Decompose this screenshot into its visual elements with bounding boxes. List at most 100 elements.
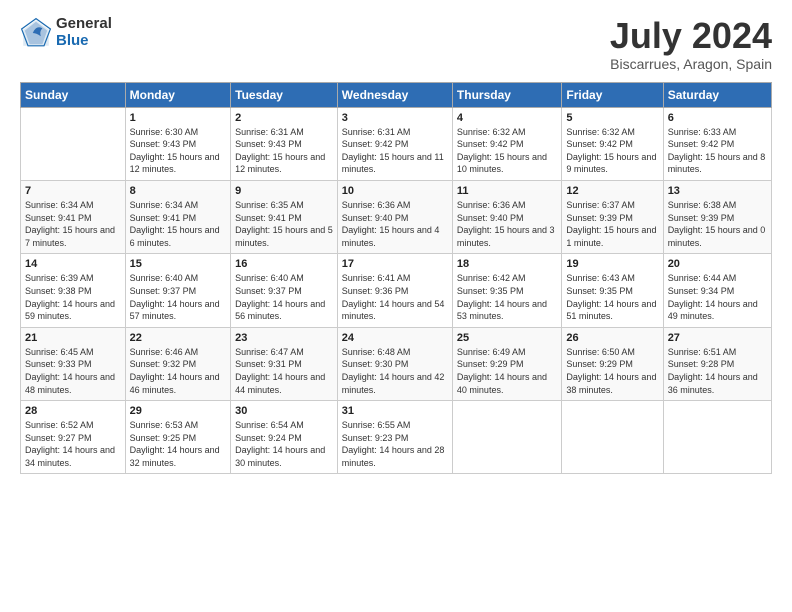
day-number: 9 <box>235 185 333 197</box>
day-number: 28 <box>25 405 121 417</box>
table-cell: 12 Sunrise: 6:37 AM Sunset: 9:39 PM Dayli… <box>562 180 663 253</box>
table-cell: 9 Sunrise: 6:35 AM Sunset: 9:41 PM Daylig… <box>231 180 338 253</box>
day-number: 3 <box>342 112 448 124</box>
table-cell: 13 Sunrise: 6:38 AM Sunset: 9:39 PM Dayli… <box>663 180 771 253</box>
table-cell <box>452 401 561 474</box>
table-cell: 18 Sunrise: 6:42 AM Sunset: 9:35 PM Dayli… <box>452 254 561 327</box>
day-number: 20 <box>668 258 767 270</box>
table-cell: 2 Sunrise: 6:31 AM Sunset: 9:43 PM Daylig… <box>231 107 338 180</box>
day-info: Sunrise: 6:38 AM Sunset: 9:39 PM Dayligh… <box>668 199 767 249</box>
table-cell: 8 Sunrise: 6:34 AM Sunset: 9:41 PM Daylig… <box>125 180 231 253</box>
table-cell: 31 Sunrise: 6:55 AM Sunset: 9:23 PM Dayli… <box>337 401 452 474</box>
table-cell: 25 Sunrise: 6:49 AM Sunset: 9:29 PM Dayli… <box>452 327 561 400</box>
day-number: 30 <box>235 405 333 417</box>
logo: General Blue <box>20 16 112 49</box>
calendar-header-row: Sunday Monday Tuesday Wednesday Thursday… <box>21 82 772 107</box>
day-info: Sunrise: 6:35 AM Sunset: 9:41 PM Dayligh… <box>235 199 333 249</box>
subtitle: Biscarrues, Aragon, Spain <box>610 56 772 72</box>
day-info: Sunrise: 6:39 AM Sunset: 9:38 PM Dayligh… <box>25 272 121 322</box>
table-cell: 20Sunrise: 6:44 AM Sunset: 9:34 PM Dayli… <box>663 254 771 327</box>
day-number: 12 <box>566 185 658 197</box>
day-info: Sunrise: 6:31 AM Sunset: 9:43 PM Dayligh… <box>235 126 333 176</box>
day-number: 31 <box>342 405 448 417</box>
col-saturday: Saturday <box>663 82 771 107</box>
day-number: 8 <box>130 185 227 197</box>
col-friday: Friday <box>562 82 663 107</box>
day-info: Sunrise: 6:43 AM Sunset: 9:35 PM Dayligh… <box>566 272 658 322</box>
calendar-table: Sunday Monday Tuesday Wednesday Thursday… <box>20 82 772 475</box>
day-info: Sunrise: 6:33 AM Sunset: 9:42 PM Dayligh… <box>668 126 767 176</box>
day-number: 26 <box>566 332 658 344</box>
day-number: 29 <box>130 405 227 417</box>
day-number: 10 <box>342 185 448 197</box>
calendar-week-row: 28 Sunrise: 6:52 AM Sunset: 9:27 PM Dayli… <box>21 401 772 474</box>
col-tuesday: Tuesday <box>231 82 338 107</box>
day-number: 2 <box>235 112 333 124</box>
day-number: 22 <box>130 332 227 344</box>
table-cell: 3 Sunrise: 6:31 AM Sunset: 9:42 PM Daylig… <box>337 107 452 180</box>
logo-icon <box>20 17 52 49</box>
col-wednesday: Wednesday <box>337 82 452 107</box>
day-info: Sunrise: 6:32 AM Sunset: 9:42 PM Dayligh… <box>566 126 658 176</box>
day-number: 16 <box>235 258 333 270</box>
day-number: 21 <box>25 332 121 344</box>
day-number: 25 <box>457 332 557 344</box>
day-number: 23 <box>235 332 333 344</box>
day-info: Sunrise: 6:54 AM Sunset: 9:24 PM Dayligh… <box>235 419 333 469</box>
calendar-week-row: 1Sunrise: 6:30 AM Sunset: 9:43 PM Daylig… <box>21 107 772 180</box>
table-cell: 10 Sunrise: 6:36 AM Sunset: 9:40 PM Dayli… <box>337 180 452 253</box>
day-number: 17 <box>342 258 448 270</box>
day-info: Sunrise: 6:52 AM Sunset: 9:27 PM Dayligh… <box>25 419 121 469</box>
table-cell: 4Sunrise: 6:32 AM Sunset: 9:42 PM Daylig… <box>452 107 561 180</box>
main-title: July 2024 <box>610 16 772 56</box>
day-info: Sunrise: 6:34 AM Sunset: 9:41 PM Dayligh… <box>25 199 121 249</box>
day-info: Sunrise: 6:55 AM Sunset: 9:23 PM Dayligh… <box>342 419 448 469</box>
calendar-week-row: 21Sunrise: 6:45 AM Sunset: 9:33 PM Dayli… <box>21 327 772 400</box>
title-block: July 2024 Biscarrues, Aragon, Spain <box>610 16 772 72</box>
day-info: Sunrise: 6:48 AM Sunset: 9:30 PM Dayligh… <box>342 346 448 396</box>
day-info: Sunrise: 6:50 AM Sunset: 9:29 PM Dayligh… <box>566 346 658 396</box>
day-info: Sunrise: 6:46 AM Sunset: 9:32 PM Dayligh… <box>130 346 227 396</box>
table-cell: 28 Sunrise: 6:52 AM Sunset: 9:27 PM Dayli… <box>21 401 126 474</box>
day-number: 5 <box>566 112 658 124</box>
table-cell <box>663 401 771 474</box>
logo-general-text: General <box>56 16 112 33</box>
day-number: 18 <box>457 258 557 270</box>
day-info: Sunrise: 6:42 AM Sunset: 9:35 PM Dayligh… <box>457 272 557 322</box>
table-cell: 27Sunrise: 6:51 AM Sunset: 9:28 PM Dayli… <box>663 327 771 400</box>
table-cell: 23Sunrise: 6:47 AM Sunset: 9:31 PM Dayli… <box>231 327 338 400</box>
day-info: Sunrise: 6:51 AM Sunset: 9:28 PM Dayligh… <box>668 346 767 396</box>
col-sunday: Sunday <box>21 82 126 107</box>
logo-blue-text: Blue <box>56 33 112 50</box>
day-number: 14 <box>25 258 121 270</box>
day-number: 11 <box>457 185 557 197</box>
day-info: Sunrise: 6:36 AM Sunset: 9:40 PM Dayligh… <box>457 199 557 249</box>
table-cell: 17 Sunrise: 6:41 AM Sunset: 9:36 PM Dayli… <box>337 254 452 327</box>
logo-text: General Blue <box>56 16 112 49</box>
day-number: 13 <box>668 185 767 197</box>
day-number: 6 <box>668 112 767 124</box>
table-cell: 7Sunrise: 6:34 AM Sunset: 9:41 PM Daylig… <box>21 180 126 253</box>
day-info: Sunrise: 6:32 AM Sunset: 9:42 PM Dayligh… <box>457 126 557 176</box>
day-info: Sunrise: 6:40 AM Sunset: 9:37 PM Dayligh… <box>235 272 333 322</box>
day-number: 19 <box>566 258 658 270</box>
day-info: Sunrise: 6:34 AM Sunset: 9:41 PM Dayligh… <box>130 199 227 249</box>
day-info: Sunrise: 6:53 AM Sunset: 9:25 PM Dayligh… <box>130 419 227 469</box>
day-info: Sunrise: 6:49 AM Sunset: 9:29 PM Dayligh… <box>457 346 557 396</box>
table-cell: 6 Sunrise: 6:33 AM Sunset: 9:42 PM Daylig… <box>663 107 771 180</box>
day-info: Sunrise: 6:31 AM Sunset: 9:42 PM Dayligh… <box>342 126 448 176</box>
day-info: Sunrise: 6:41 AM Sunset: 9:36 PM Dayligh… <box>342 272 448 322</box>
table-cell: 15Sunrise: 6:40 AM Sunset: 9:37 PM Dayli… <box>125 254 231 327</box>
day-info: Sunrise: 6:37 AM Sunset: 9:39 PM Dayligh… <box>566 199 658 249</box>
table-cell: 26 Sunrise: 6:50 AM Sunset: 9:29 PM Dayli… <box>562 327 663 400</box>
table-cell: 21Sunrise: 6:45 AM Sunset: 9:33 PM Dayli… <box>21 327 126 400</box>
table-cell: 16 Sunrise: 6:40 AM Sunset: 9:37 PM Dayli… <box>231 254 338 327</box>
col-thursday: Thursday <box>452 82 561 107</box>
page: General Blue July 2024 Biscarrues, Arago… <box>0 0 792 612</box>
table-cell: 24 Sunrise: 6:48 AM Sunset: 9:30 PM Dayli… <box>337 327 452 400</box>
table-cell: 5 Sunrise: 6:32 AM Sunset: 9:42 PM Daylig… <box>562 107 663 180</box>
day-info: Sunrise: 6:36 AM Sunset: 9:40 PM Dayligh… <box>342 199 448 249</box>
table-cell: 11 Sunrise: 6:36 AM Sunset: 9:40 PM Dayli… <box>452 180 561 253</box>
table-cell: 1Sunrise: 6:30 AM Sunset: 9:43 PM Daylig… <box>125 107 231 180</box>
day-number: 24 <box>342 332 448 344</box>
